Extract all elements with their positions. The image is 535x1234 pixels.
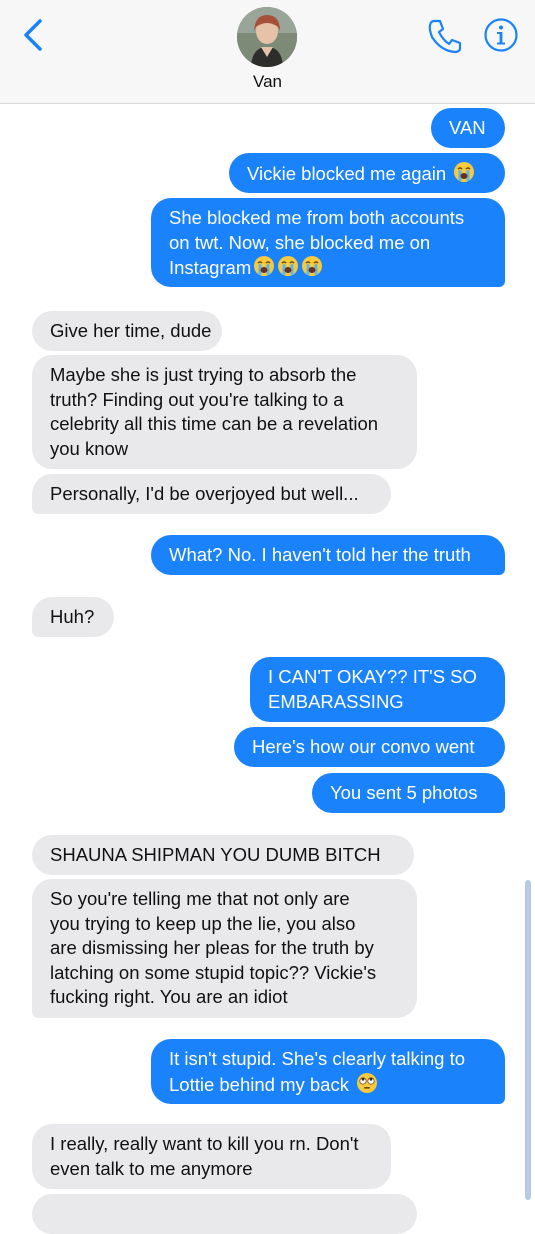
message-bubble-outgoing[interactable]: I CAN'T OKAY?? IT'S SO EMBARASSING [250,657,505,722]
message-bubble-outgoing[interactable]: Here's how our convo went [234,727,505,767]
loudly-crying-face-icon [301,255,323,284]
loudly-crying-face-icon [453,161,475,190]
message-bubble-incoming[interactable]: So you're telling me that not only are y… [32,879,417,1018]
message-bubble-outgoing[interactable]: You sent 5 photos [312,773,505,813]
message-bubble-incoming[interactable]: Maybe she is just trying to absorb the t… [32,355,417,469]
message-bubble-incoming[interactable]: Give her time, dude [32,311,222,351]
face-with-rolling-eyes-icon [356,1072,378,1101]
message-bubble-incoming-partial[interactable] [32,1194,417,1234]
message-bubble-outgoing[interactable]: VAN [431,108,505,148]
message-bubble-outgoing[interactable]: What? No. I haven't told her the truth [151,535,505,575]
message-thread: VAN Vickie blocked me again She blocked … [0,0,535,1234]
message-bubble-incoming[interactable]: SHAUNA SHIPMAN YOU DUMB BITCH [32,835,414,875]
scrollbar[interactable] [525,880,531,1200]
loudly-crying-face-icon [253,255,275,284]
message-bubble-incoming[interactable]: Personally, I'd be overjoyed but well... [32,474,391,514]
message-bubble-outgoing[interactable]: Vickie blocked me again [229,153,505,193]
loudly-crying-face-icon [277,255,299,284]
message-bubble-outgoing[interactable]: It isn't stupid. She's clearly talking t… [151,1039,505,1104]
message-bubble-incoming[interactable]: Huh? [32,597,114,637]
message-bubble-incoming[interactable]: I really, really want to kill you rn. Do… [32,1124,391,1189]
message-bubble-outgoing[interactable]: She blocked me from both accounts on twt… [151,198,505,287]
